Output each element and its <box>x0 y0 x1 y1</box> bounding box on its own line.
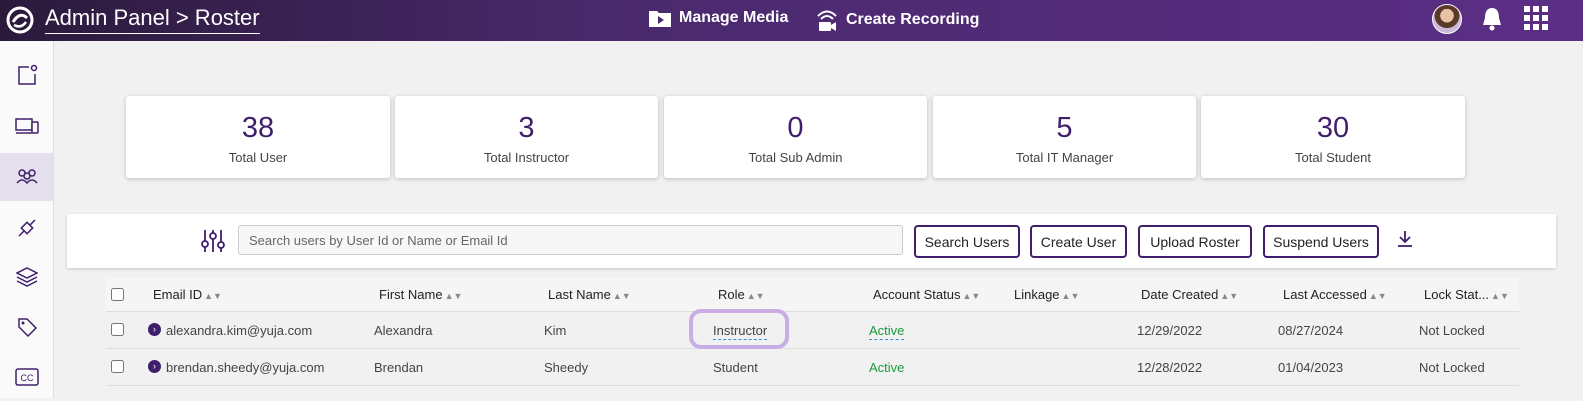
row-checkbox[interactable] <box>111 360 124 373</box>
sort-icon: ▲▼ <box>962 291 981 301</box>
sidebar-item-integrations[interactable] <box>0 204 53 252</box>
stat-value: 30 <box>1316 112 1350 144</box>
cell-last-accessed: 08/27/2024 <box>1278 323 1344 338</box>
cell-account-status: Active <box>869 360 905 375</box>
play-folder-icon <box>649 11 671 27</box>
stat-value: 38 <box>241 112 275 144</box>
stat-label: Total Student <box>1295 150 1371 165</box>
sort-icon: ▲▼ <box>1368 291 1387 301</box>
integrations-icon <box>17 219 36 237</box>
sidebar-item-users[interactable] <box>0 153 53 201</box>
devices-icon <box>14 118 39 134</box>
yuja-logo-icon[interactable] <box>5 5 35 35</box>
stat-card-total-student: 30 Total Student <box>1201 96 1465 178</box>
table-header-row: Email ID ▲▼ First Name ▲▼ Last Name ▲▼ Role… <box>106 278 1519 312</box>
create-recording-link[interactable]: Create Recording <box>815 8 979 32</box>
cell-email: brendan.sheedy@yuja.com <box>166 360 325 375</box>
cell-first-name: Brendan <box>374 360 424 375</box>
column-header-lock-status[interactable]: Lock Stat... ▲▼ <box>1424 287 1509 302</box>
sidebar: CC <box>0 41 54 398</box>
users-icon <box>15 169 38 185</box>
search-input[interactable] <box>238 225 903 255</box>
roster-table: Email ID ▲▼ First Name ▲▼ Last Name ▲▼ Role… <box>106 278 1519 386</box>
column-header-email[interactable]: Email ID ▲▼ <box>153 287 222 302</box>
stat-card-total-user: 38 Total User <box>126 96 390 178</box>
stat-value: 5 <box>1056 112 1073 144</box>
stat-card-total-it-manager: 5 Total IT Manager <box>933 96 1196 178</box>
avatar[interactable] <box>1432 4 1462 34</box>
bell-icon[interactable] <box>1480 6 1504 32</box>
roster-toolbar: Search Users Create User Upload Roster S… <box>67 214 1556 268</box>
stat-label: Total IT Manager <box>1015 150 1114 165</box>
layers-icon <box>15 267 38 287</box>
sort-icon: ▲▼ <box>204 291 222 301</box>
sort-icon: ▲▼ <box>1061 291 1080 301</box>
row-checkbox[interactable] <box>111 323 124 336</box>
sort-icon: ▲▼ <box>746 291 765 301</box>
create-user-button[interactable]: Create User <box>1030 225 1127 258</box>
sidebar-item-captions[interactable]: CC <box>0 353 53 401</box>
column-header-last-name[interactable]: Last Name ▲▼ <box>548 287 631 302</box>
cell-account-status[interactable]: Active <box>869 323 905 340</box>
column-header-linkage[interactable]: Linkage ▲▼ <box>1014 287 1079 302</box>
stat-value: 0 <box>787 112 804 144</box>
table-row: › alexandra.kim@yuja.com Alexandra Kim I… <box>106 312 1519 349</box>
column-header-date-created[interactable]: Date Created ▲▼ <box>1141 287 1238 302</box>
grid-icon[interactable] <box>1524 6 1548 30</box>
download-icon[interactable] <box>1397 230 1413 248</box>
cell-email: alexandra.kim@yuja.com <box>166 323 313 338</box>
suspend-users-button[interactable]: Suspend Users <box>1263 225 1379 258</box>
manage-media-link[interactable]: Manage Media <box>648 8 788 28</box>
sidebar-item-new-content[interactable] <box>0 51 53 99</box>
stat-label: Total User <box>228 150 288 165</box>
closed-captions-icon: CC <box>14 368 39 386</box>
table-row: › brendan.sheedy@yuja.com Brendan Sheedy… <box>106 349 1519 386</box>
column-header-role[interactable]: Role ▲▼ <box>718 287 765 302</box>
new-document-icon <box>17 64 37 85</box>
cell-role: Student <box>713 360 758 375</box>
sort-icon: ▲▼ <box>1220 291 1239 301</box>
stat-label: Total Instructor <box>483 150 570 165</box>
svg-text:CC: CC <box>20 373 33 383</box>
search-users-button[interactable]: Search Users <box>914 225 1020 258</box>
stat-card-total-instructor: 3 Total Instructor <box>395 96 658 178</box>
top-bar: Admin Panel > Roster Manage Media Create… <box>0 0 1583 41</box>
sort-icon: ▲▼ <box>612 291 631 301</box>
manage-media-label: Manage Media <box>679 9 789 26</box>
stat-card-total-sub-admin: 0 Total Sub Admin <box>664 96 927 178</box>
sliders-icon[interactable] <box>200 228 226 254</box>
cell-last-accessed: 01/04/2023 <box>1278 360 1344 375</box>
cell-lock-status: Not Locked <box>1419 360 1485 375</box>
cell-date-created: 12/28/2022 <box>1137 360 1203 375</box>
broadcast-camera-icon <box>817 10 837 31</box>
column-header-account-status[interactable]: Account Status ▲▼ <box>873 287 980 302</box>
cell-first-name: Alexandra <box>374 323 433 338</box>
cell-date-created: 12/29/2022 <box>1137 323 1203 338</box>
sidebar-item-layers[interactable] <box>0 253 53 301</box>
column-header-last-accessed[interactable]: Last Accessed ▲▼ <box>1283 287 1387 302</box>
tag-icon <box>17 318 37 338</box>
cell-last-name: Kim <box>544 323 567 338</box>
upload-roster-button[interactable]: Upload Roster <box>1138 225 1252 258</box>
expand-row-icon[interactable]: › <box>148 360 161 373</box>
page-title[interactable]: Admin Panel > Roster <box>45 5 260 34</box>
cell-last-name: Sheedy <box>544 360 589 375</box>
sort-icon: ▲▼ <box>1491 291 1509 301</box>
expand-row-icon[interactable]: › <box>148 323 161 336</box>
column-header-first-name[interactable]: First Name ▲▼ <box>379 287 462 302</box>
role-highlight-outline <box>689 309 789 349</box>
stat-label: Total Sub Admin <box>748 150 843 165</box>
create-recording-label: Create Recording <box>846 11 980 28</box>
sort-icon: ▲▼ <box>444 291 463 301</box>
stat-value: 3 <box>518 112 535 144</box>
sidebar-item-devices[interactable] <box>0 102 53 150</box>
sidebar-item-tags[interactable] <box>0 303 53 351</box>
cell-lock-status: Not Locked <box>1419 323 1485 338</box>
select-all-checkbox[interactable] <box>111 288 124 301</box>
